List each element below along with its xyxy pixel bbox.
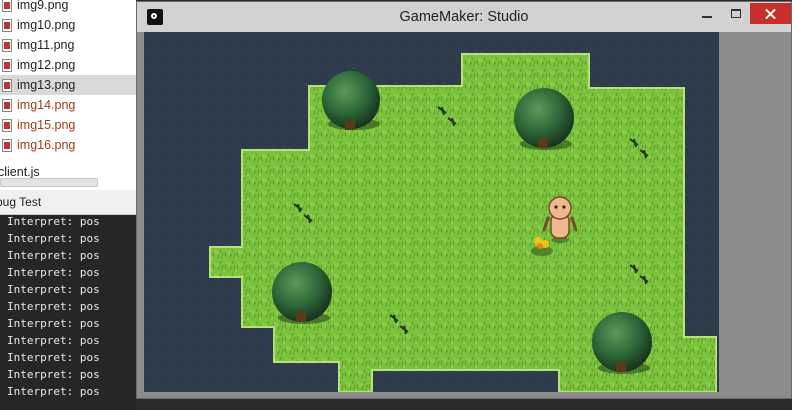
png-file-icon [2,58,12,72]
game-canvas[interactable] [144,32,719,392]
console-line: Interpret: pos [7,215,100,228]
file-item-img13[interactable]: img13.png [0,75,136,95]
png-file-icon [2,138,12,152]
file-item-img16[interactable]: img16.png [0,135,136,155]
console-line: Interpret: pos [7,249,100,262]
console-line: Interpret: pos [7,232,100,245]
file-item-img15[interactable]: img15.png [0,115,136,135]
tab-debug-test[interactable]: bug Test [0,190,41,214]
window-titlebar[interactable]: GameMaker: Studio [137,2,791,32]
file-item-img10[interactable]: img10.png [0,15,136,35]
file-item-img14[interactable]: img14.png [0,95,136,115]
console-line: Interpret: pos [7,283,100,296]
console-output: Interpret: pos Interpret: pos Interpret:… [0,215,136,410]
file-item-img9[interactable]: img9.png [0,0,136,15]
console-line: Interpret: pos [7,385,100,398]
png-file-icon [2,78,12,92]
png-file-icon [2,38,12,52]
png-file-icon [2,118,12,132]
console-line: Interpret: pos [7,368,100,381]
panel-tab-bar: bug Test [0,190,136,215]
close-icon[interactable] [750,3,791,24]
file-item-img11[interactable]: img11.png [0,35,136,55]
file-item-img12[interactable]: img12.png [0,55,136,75]
console-line: Interpret: pos [7,351,100,364]
minimize-icon[interactable] [693,3,721,24]
png-file-icon [2,18,12,32]
horizontal-scrollbar[interactable] [0,178,98,187]
maximize-icon[interactable] [722,3,750,24]
file-tree-panel: img9.png img10.png img11.png img12.png i… [0,0,136,190]
gamemaker-window: GameMaker: Studio [136,1,792,399]
console-line: Interpret: pos [7,300,100,313]
console-line: Interpret: pos [7,317,100,330]
png-file-icon [2,98,12,112]
png-file-icon [2,0,12,12]
console-line: Interpret: pos [7,266,100,279]
console-line: Interpret: pos [7,334,100,347]
